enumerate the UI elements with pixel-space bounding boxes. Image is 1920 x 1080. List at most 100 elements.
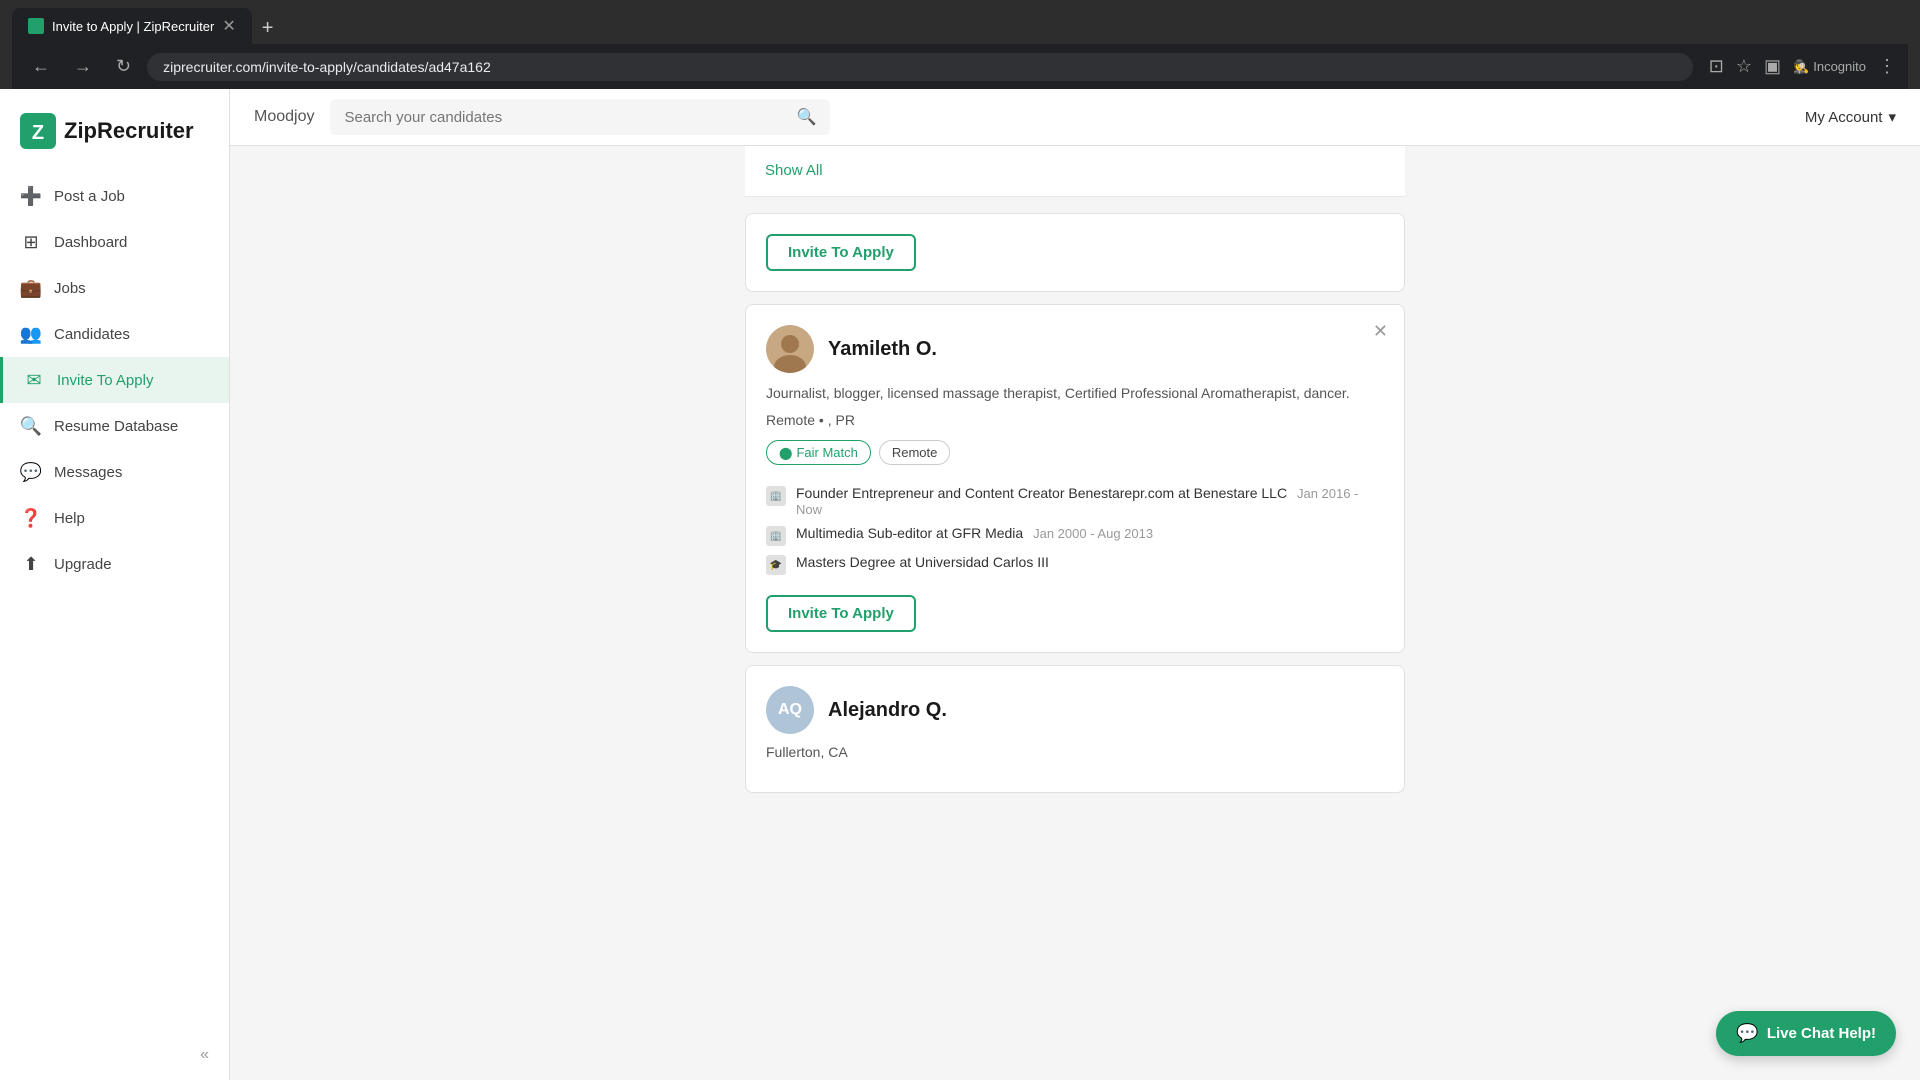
candidate-name-alejandro: Alejandro Q. bbox=[828, 699, 947, 722]
show-all-bar: Show All bbox=[745, 146, 1405, 197]
live-chat-label: Live Chat Help! bbox=[1767, 1025, 1876, 1042]
exp-details-0: Founder Entrepreneur and Content Creator… bbox=[796, 485, 1384, 517]
new-tab-button[interactable]: + bbox=[254, 13, 282, 44]
nav-label-invite-to-apply: Invite To Apply bbox=[57, 372, 153, 389]
nav-icon-post-job: ➕ bbox=[20, 185, 42, 207]
nav-label-jobs: Jobs bbox=[54, 280, 86, 297]
chat-icon: 💬 bbox=[1736, 1023, 1758, 1044]
nav-label-candidates: Candidates bbox=[54, 326, 130, 343]
nav-icon-jobs: 💼 bbox=[20, 277, 42, 299]
reload-button[interactable]: ↻ bbox=[108, 52, 139, 81]
avatar-yamileth bbox=[766, 325, 814, 373]
app: Z ZipRecruiter ➕ Post a Job ⊞ Dashboard … bbox=[0, 89, 1920, 1080]
experience-item-1: 🏢 Multimedia Sub-editor at GFR Media Jan… bbox=[766, 521, 1384, 550]
bookmark-icon[interactable]: ☆ bbox=[1736, 56, 1752, 77]
nav-icon-upgrade: ⬆ bbox=[20, 553, 42, 575]
nav-label-help: Help bbox=[54, 510, 85, 527]
tab-favicon bbox=[28, 18, 44, 34]
avatar-alejandro: AQ bbox=[766, 686, 814, 734]
active-tab[interactable]: Invite to Apply | ZipRecruiter ✕ bbox=[12, 8, 252, 44]
search-bar: 🔍 bbox=[330, 99, 830, 135]
card-header: Yamileth O. bbox=[766, 325, 1384, 373]
previous-candidate-card: Invite To Apply bbox=[745, 213, 1405, 292]
exp-details-1: Multimedia Sub-editor at GFR Media Jan 2… bbox=[796, 525, 1153, 541]
candidate-location-yamileth: Remote • , PR bbox=[766, 412, 1384, 428]
candidate-card-alejandro: AQ Alejandro Q. Fullerton, CA bbox=[745, 665, 1405, 793]
incognito-icon: 🕵 bbox=[1793, 59, 1809, 75]
sidebar-item-post-job[interactable]: ➕ Post a Job bbox=[0, 173, 229, 219]
fair-match-badge: ⬤ Fair Match bbox=[766, 440, 871, 465]
candidate-card-yamileth: Yamileth O. ✕ Journalist, blogger, licen… bbox=[745, 304, 1405, 653]
sidebar-item-resume-database[interactable]: 🔍 Resume Database bbox=[0, 403, 229, 449]
sidebar-item-invite-to-apply[interactable]: ✉ Invite To Apply bbox=[0, 357, 229, 403]
nav-label-messages: Messages bbox=[54, 464, 122, 481]
browser-nav: ← → ↻ ⊡ ☆ ▣ 🕵 Incognito ⋮ bbox=[12, 44, 1908, 89]
logo: Z ZipRecruiter bbox=[0, 105, 229, 173]
menu-icon[interactable]: ⋮ bbox=[1878, 56, 1896, 77]
experience-item-0: 🏢 Founder Entrepreneur and Content Creat… bbox=[766, 481, 1384, 521]
forward-button[interactable]: → bbox=[66, 52, 100, 81]
candidate-location-alejandro: Fullerton, CA bbox=[766, 744, 1384, 760]
nav-label-upgrade: Upgrade bbox=[54, 556, 112, 573]
show-all-link[interactable]: Show All bbox=[765, 162, 823, 179]
nav-icons: ⊡ ☆ ▣ 🕵 Incognito ⋮ bbox=[1709, 56, 1896, 77]
header: Moodjoy 🔍 My Account ▾ bbox=[230, 89, 1920, 146]
sidebar-item-candidates[interactable]: 👥 Candidates bbox=[0, 311, 229, 357]
nav-label-resume-database: Resume Database bbox=[54, 418, 178, 435]
main-content: Moodjoy 🔍 My Account ▾ Show All bbox=[230, 89, 1920, 1080]
candidate-badges: ⬤ Fair Match Remote bbox=[766, 440, 1384, 465]
sidebar-item-dashboard[interactable]: ⊞ Dashboard bbox=[0, 219, 229, 265]
incognito-badge: 🕵 Incognito bbox=[1793, 59, 1866, 75]
nav-icon-help: ❓ bbox=[20, 507, 42, 529]
ziprecruiter-logo-icon: Z bbox=[20, 113, 56, 149]
nav-icon-invite-to-apply: ✉ bbox=[23, 369, 45, 391]
company-name: Moodjoy bbox=[254, 108, 314, 126]
sidebar-item-upgrade[interactable]: ⬆ Upgrade bbox=[0, 541, 229, 587]
fair-match-icon: ⬤ bbox=[779, 446, 792, 460]
live-chat-button[interactable]: 💬 Live Chat Help! bbox=[1716, 1011, 1896, 1056]
sidebar-item-jobs[interactable]: 💼 Jobs bbox=[0, 265, 229, 311]
tab-title: Invite to Apply | ZipRecruiter bbox=[52, 19, 214, 34]
card-close-button[interactable]: ✕ bbox=[1373, 321, 1388, 342]
search-wrapper: 🔍 bbox=[330, 99, 830, 135]
nav-icon-messages: 💬 bbox=[20, 461, 42, 483]
cast-icon[interactable]: ⊡ bbox=[1709, 56, 1724, 77]
browser-chrome: Invite to Apply | ZipRecruiter ✕ + ← → ↻… bbox=[0, 0, 1920, 89]
browser-tabs: Invite to Apply | ZipRecruiter ✕ + bbox=[12, 8, 1908, 44]
experience-list: 🏢 Founder Entrepreneur and Content Creat… bbox=[766, 481, 1384, 579]
account-chevron-icon: ▾ bbox=[1888, 108, 1896, 126]
exp-details-2: Masters Degree at Universidad Carlos III bbox=[796, 554, 1049, 570]
svg-text:Z: Z bbox=[32, 122, 44, 144]
logo-text: ZipRecruiter bbox=[64, 118, 194, 144]
sidebar-toggle-icon[interactable]: ▣ bbox=[1764, 56, 1781, 77]
experience-item-2: 🎓 Masters Degree at Universidad Carlos I… bbox=[766, 550, 1384, 579]
remote-badge: Remote bbox=[879, 440, 951, 465]
avatar-image bbox=[766, 325, 814, 373]
search-icon: 🔍 bbox=[797, 107, 817, 127]
sidebar: Z ZipRecruiter ➕ Post a Job ⊞ Dashboard … bbox=[0, 89, 230, 1080]
alejandro-card-header: AQ Alejandro Q. bbox=[766, 686, 1384, 734]
nav-icon-resume-database: 🔍 bbox=[20, 415, 42, 437]
content-inner: Show All Invite To Apply bbox=[745, 146, 1405, 845]
back-button[interactable]: ← bbox=[24, 52, 58, 81]
candidate-title-yamileth: Journalist, blogger, licensed massage th… bbox=[766, 383, 1384, 404]
exp-edu-icon-2: 🎓 bbox=[766, 555, 786, 575]
nav-icon-dashboard: ⊞ bbox=[20, 231, 42, 253]
sidebar-item-messages[interactable]: 💬 Messages bbox=[0, 449, 229, 495]
content-scroll-area[interactable]: Show All Invite To Apply bbox=[230, 146, 1920, 1080]
nav-label-dashboard: Dashboard bbox=[54, 234, 127, 251]
nav-label-post-job: Post a Job bbox=[54, 188, 125, 205]
invite-to-apply-button-yamileth[interactable]: Invite To Apply bbox=[766, 595, 916, 632]
exp-company-icon-0: 🏢 bbox=[766, 486, 786, 506]
search-input[interactable] bbox=[344, 109, 788, 126]
exp-company-icon-1: 🏢 bbox=[766, 526, 786, 546]
sidebar-collapse-button[interactable]: « bbox=[0, 1030, 229, 1080]
sidebar-nav: ➕ Post a Job ⊞ Dashboard 💼 Jobs 👥 Candid… bbox=[0, 173, 229, 587]
sidebar-item-help[interactable]: ❓ Help bbox=[0, 495, 229, 541]
account-menu[interactable]: My Account ▾ bbox=[1805, 108, 1896, 126]
address-bar[interactable] bbox=[147, 53, 1693, 81]
tab-close-button[interactable]: ✕ bbox=[222, 16, 235, 36]
prev-invite-to-apply-button[interactable]: Invite To Apply bbox=[766, 234, 916, 271]
account-label: My Account bbox=[1805, 109, 1883, 126]
nav-icon-candidates: 👥 bbox=[20, 323, 42, 345]
